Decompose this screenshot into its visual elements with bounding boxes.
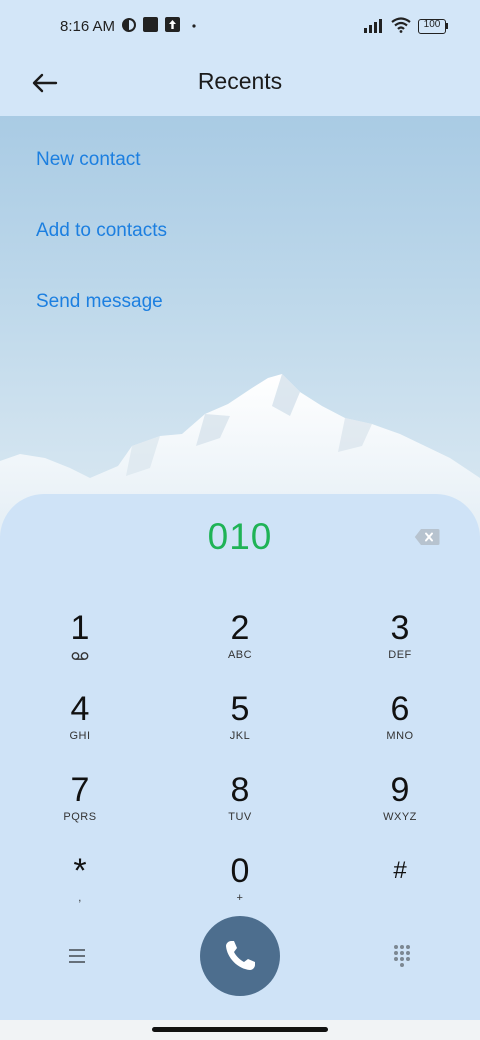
wallpaper-background: New contact Add to contacts Send message: [0, 116, 480, 536]
key-7[interactable]: 7 PQRS: [5, 770, 155, 846]
home-indicator[interactable]: [152, 1027, 328, 1032]
dialpad-toggle-button[interactable]: [390, 943, 414, 967]
status-time: 8:16 AM: [60, 18, 116, 35]
dialpad-icon: [394, 945, 410, 967]
notification-app-icon: [122, 18, 136, 32]
key-digit: 3: [390, 609, 410, 647]
status-bar: 8:16 AM 100: [0, 0, 480, 56]
dialed-number: 010: [207, 516, 273, 557]
key-digit: 8: [230, 771, 250, 809]
key-letters: ,: [78, 892, 82, 904]
key-letters: WXYZ: [383, 811, 417, 823]
key-letters: DEF: [388, 649, 412, 661]
dot-icon: [192, 24, 196, 28]
key-digit: 9: [390, 771, 410, 809]
key-letters: +: [236, 892, 244, 904]
key-6[interactable]: 6 MNO: [325, 689, 475, 765]
key-digit: 1: [70, 609, 90, 647]
key-letters: GHI: [69, 730, 91, 742]
key-digit: #: [393, 857, 407, 884]
key-hash[interactable]: #: [325, 851, 475, 927]
key-digit: 6: [390, 690, 410, 728]
send-message-link[interactable]: Send message: [36, 291, 163, 313]
key-1[interactable]: 1: [5, 608, 155, 684]
key-digit: 5: [230, 690, 250, 728]
key-2[interactable]: 2 ABC: [165, 608, 315, 684]
key-letters: TUV: [228, 811, 252, 823]
hamburger-menu-icon: [69, 949, 85, 963]
key-5[interactable]: 5 JKL: [165, 689, 315, 765]
key-letters: PQRS: [63, 811, 97, 823]
key-letters: ABC: [227, 649, 253, 661]
mountain-image: [0, 374, 480, 536]
signal-icon: [364, 19, 382, 33]
dialer-panel: 010 1 2 ABC 3 DEF 4 GHI 5 JKL 6 MNO 7 PQ…: [0, 494, 480, 1020]
key-digit: 4: [70, 690, 90, 728]
voicemail-icon: [71, 652, 89, 660]
call-button[interactable]: [200, 916, 280, 996]
battery-level: 100: [423, 19, 441, 30]
key-digit: 2: [230, 609, 250, 647]
key-star[interactable]: * ,: [5, 851, 155, 927]
key-8[interactable]: 8 TUV: [165, 770, 315, 846]
key-letters: MNO: [386, 730, 414, 742]
menu-button[interactable]: [66, 946, 90, 966]
key-digit: 0: [230, 852, 250, 890]
upload-notification-icon: [165, 17, 180, 32]
navigation-bar: [0, 1020, 480, 1040]
battery-tip: [446, 23, 448, 29]
key-4[interactable]: 4 GHI: [5, 689, 155, 765]
key-letters: JKL: [229, 730, 251, 742]
key-9[interactable]: 9 WXYZ: [325, 770, 475, 846]
square-notification-icon: [143, 17, 158, 32]
wifi-icon: [391, 17, 411, 33]
app-header: Recents: [0, 56, 480, 116]
phone-icon: [226, 941, 255, 970]
backspace-button[interactable]: [414, 528, 440, 546]
key-digit: *: [73, 852, 87, 890]
key-3[interactable]: 3 DEF: [325, 608, 475, 684]
add-to-contacts-link[interactable]: Add to contacts: [36, 220, 167, 242]
key-digit: 7: [70, 771, 90, 809]
new-contact-link[interactable]: New contact: [36, 149, 141, 171]
page-title: Recents: [197, 68, 283, 94]
backspace-icon: [414, 529, 440, 545]
battery-icon: 100: [418, 19, 446, 34]
